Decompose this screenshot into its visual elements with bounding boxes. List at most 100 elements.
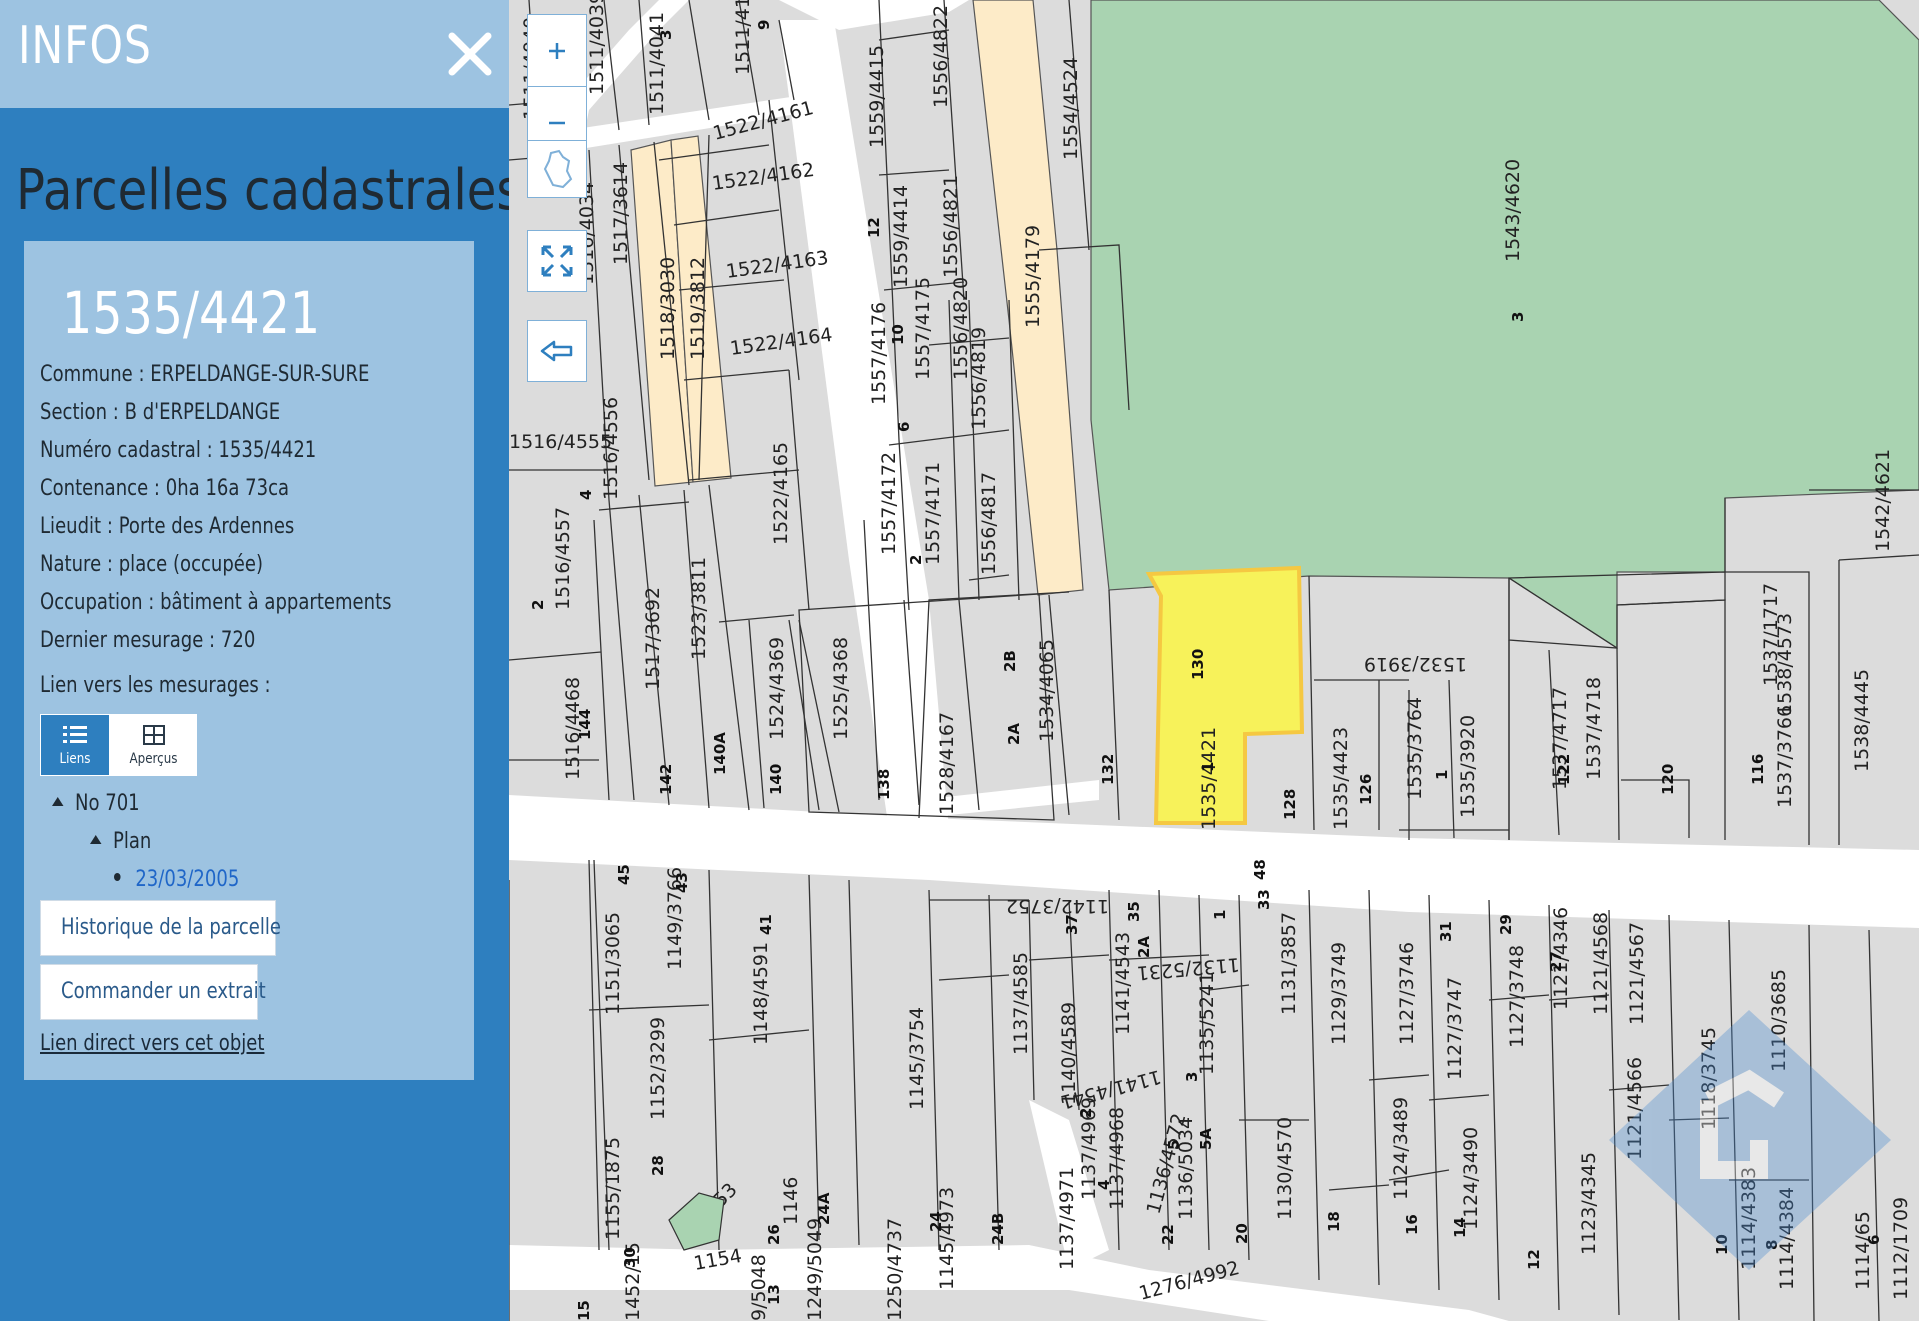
info-sidebar: INFOS Parcelles cadastrales 1535/4421 Co…: [0, 0, 521, 1321]
parcel-label: 1537/3766: [1774, 705, 1796, 808]
house-number: 132: [1099, 754, 1117, 785]
parcel-label: 1518/3030: [657, 257, 679, 360]
parcel-label: 1516/4556: [600, 397, 622, 500]
house-number: 22: [1159, 1224, 1177, 1245]
info-contenance: Contenance : 0ha 16a 73ca: [40, 476, 290, 501]
parcel-label: 1127/3747: [1444, 977, 1466, 1080]
parcel-label: 1556/4821: [940, 175, 962, 278]
parcel-label: 1142/3752: [1006, 895, 1109, 917]
close-icon: [448, 32, 492, 76]
house-number: 5: [1165, 1140, 1183, 1150]
parcel-history-button[interactable]: Historique de la parcelle: [40, 900, 281, 956]
house-number: 6: [1865, 1235, 1883, 1245]
survey-date-link[interactable]: 23/03/2005: [135, 867, 239, 892]
cadastral-map[interactable]: 1511/4040 1511/4039 1511/4041 1511/4163 …: [509, 0, 1919, 1321]
parcel-label: 1524/4369: [766, 637, 788, 740]
map-canvas[interactable]: 1511/4040 1511/4039 1511/4041 1511/4163 …: [509, 0, 1919, 1321]
parcel-label: 1528/4167: [936, 712, 958, 815]
parcel-label: 1559/4415: [866, 45, 888, 148]
parcel-label: 1517/3692: [642, 587, 664, 690]
back-button[interactable]: [527, 320, 587, 382]
parcel-label: 1124/3490: [1460, 1127, 1482, 1230]
plus-icon: [549, 42, 565, 59]
house-number: 130: [1189, 649, 1207, 680]
tree-node-no701[interactable]: No 701: [52, 791, 140, 816]
parcel-label: 1112/1709: [1890, 1197, 1912, 1300]
country-extent-button[interactable]: [527, 140, 587, 198]
links-label: Lien vers les mesurages :: [40, 673, 271, 698]
house-number: 37: [1063, 914, 1081, 935]
parcel-label: 1127/3748: [1506, 945, 1528, 1048]
house-number: 3: [1509, 312, 1527, 322]
house-number: 12: [865, 217, 883, 238]
parcel-label: 1155/1875: [602, 1137, 624, 1240]
fullscreen-button[interactable]: [527, 230, 587, 292]
house-number: 120: [1659, 764, 1677, 795]
parcel-label: 1135/5241: [1196, 972, 1218, 1075]
info-lieudit: Lieudit : Porte des Ardennes: [40, 514, 295, 539]
list-icon: [63, 726, 87, 743]
parcel-label: 1121/4567: [1626, 922, 1648, 1025]
parcel-label: 1250/4737: [884, 1218, 906, 1321]
parcel-label: 1123/4345: [1578, 1152, 1600, 1255]
house-number: 1: [1199, 762, 1217, 772]
parcel-label: 1557/4175: [912, 277, 934, 380]
house-number: 20: [1233, 1223, 1251, 1244]
info-nature: Nature : place (occupée): [40, 552, 264, 577]
parcel-label: 1137/4971: [1056, 1167, 1078, 1270]
parcel-number: 1535/4421: [62, 279, 321, 347]
house-number: 2B: [1001, 650, 1019, 672]
house-number: 4: [577, 490, 595, 500]
house-number: 13: [765, 1284, 783, 1305]
panel-title: Parcelles cadastrales: [16, 158, 522, 223]
house-number: 26: [765, 1224, 783, 1245]
luxembourg-outline-icon: [543, 149, 573, 189]
parcel-label: 1146: [780, 1177, 802, 1225]
house-number: 116: [1749, 754, 1767, 785]
house-number: 28: [649, 1155, 667, 1176]
parcel-label: 1124/3489: [1390, 1097, 1412, 1200]
info-commune: Commune : ERPELDANGE-SUR-SURE: [40, 362, 370, 387]
parcel-label: 1537/4718: [1583, 677, 1605, 780]
house-number: 41: [757, 914, 775, 935]
parcel-label: 1129/3749: [1328, 942, 1350, 1045]
house-number: 6: [895, 422, 913, 432]
house-number: 3: [657, 30, 675, 40]
info-occupation: Occupation : bâtiment à appartements: [40, 590, 392, 615]
parcel-label: 1525/4368: [830, 637, 852, 740]
house-number: 138: [875, 769, 893, 800]
parcel-label: 1556/4819: [968, 327, 990, 430]
parcel-label: 1121/4568: [1590, 912, 1612, 1015]
zoom-in-button[interactable]: [528, 15, 586, 87]
house-number: 15: [575, 1300, 593, 1321]
parcel-label: 1519/3812: [687, 257, 709, 360]
parcel-label: 1151/3065: [602, 912, 624, 1015]
parcel-label: 1535/4421: [1198, 727, 1220, 830]
apercus-toggle-button[interactable]: Aperçus: [110, 714, 197, 776]
house-number: 12: [1525, 1249, 1543, 1270]
order-extract-button[interactable]: Commander un extrait: [40, 964, 266, 1020]
parcel-label: 1249/5049: [804, 1218, 826, 1321]
parcel-label: 1535/4423: [1330, 727, 1352, 830]
house-number: 16: [1403, 1214, 1421, 1235]
direct-link[interactable]: Lien direct vers cet objet: [40, 1031, 264, 1056]
close-button[interactable]: [442, 24, 498, 84]
view-toggle: Liens Aperçus: [40, 714, 197, 776]
collapse-triangle-icon: [52, 796, 64, 806]
parcel-label: 1535/3920: [1457, 715, 1479, 818]
parcel-label: 1559/4414: [890, 185, 912, 288]
parcel-label: 1511/4163: [732, 0, 754, 75]
parcel-label: 1148/4591: [750, 942, 772, 1045]
parcel-label: 1557/4176: [868, 302, 890, 405]
liens-toggle-button[interactable]: Liens: [40, 714, 110, 776]
parcel-label: 1152/3299: [647, 1017, 669, 1120]
house-number: 2A: [1005, 723, 1023, 745]
house-number: 27: [1547, 951, 1565, 972]
grid-icon: [142, 725, 165, 745]
parcel-label: 1130/4570: [1274, 1117, 1296, 1220]
tree-node-plan[interactable]: Plan: [90, 829, 151, 854]
house-number: 2: [529, 600, 547, 610]
liens-label: Liens: [59, 751, 91, 767]
house-number: 31: [1437, 921, 1455, 942]
house-number: 24: [927, 1211, 945, 1232]
